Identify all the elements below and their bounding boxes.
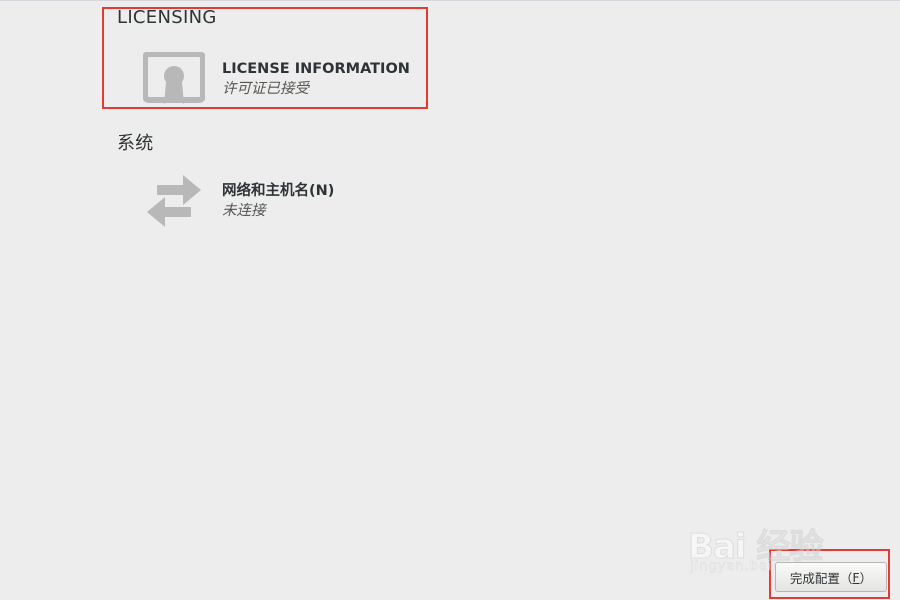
spoke-status-network-hostname: 未连接 (222, 203, 266, 219)
finish-button-mnemonic: F (852, 569, 860, 585)
watermark-logo: Bai 经验 (687, 527, 823, 568)
section-title-licensing: LICENSING (117, 7, 217, 28)
spoke-status-license-information: 许可证已接受 (222, 81, 309, 97)
initial-setup-hub: LICENSING LICENSE INFORMATION 许可证已接受 系统 (0, 0, 900, 600)
finish-button-label-suffix: ） (859, 570, 873, 586)
finish-button-label-prefix: 完成配置（ (789, 570, 853, 586)
spoke-title-license-information: LICENSE INFORMATION (222, 61, 410, 77)
spoke-title-network-hostname: 网络和主机名(N) (222, 183, 335, 199)
section-title-system: 系统 (117, 133, 154, 154)
spoke-network-hostname[interactable]: 网络和主机名(N) 未连接 (142, 173, 334, 229)
finish-configuration-button[interactable]: 完成配置（ F） (775, 562, 887, 592)
network-arrows-icon (142, 173, 206, 229)
spoke-license-information[interactable]: LICENSE INFORMATION 许可证已接受 (142, 51, 410, 107)
license-certificate-icon (142, 51, 206, 107)
